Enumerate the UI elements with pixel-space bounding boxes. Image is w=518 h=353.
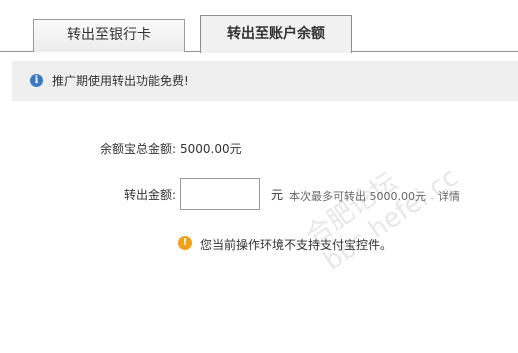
max-transfer-hint: 本次最多可转出 5000.00元 <box>289 190 426 203</box>
watermark: 合肥论坛 bbs.hefei.cc <box>300 162 464 277</box>
transfer-amount-input[interactable] <box>180 178 260 210</box>
environment-warning: 您当前操作环境不支持支付宝控件。 <box>200 238 393 252</box>
transfer-amount-label: 转出金额: <box>123 188 176 202</box>
total-amount-label: 余额宝总金额: <box>99 142 176 156</box>
amount-unit: 元 <box>271 188 284 202</box>
tab-bar: 转出至银行卡 转出至账户余额 <box>0 0 518 53</box>
promo-notice: i 推广期使用转出功能免费! <box>12 61 518 101</box>
notice-text: 推广期使用转出功能免费! <box>52 74 189 88</box>
total-amount-value: 5000.00元 <box>180 142 242 156</box>
warning-icon: ! <box>178 236 192 250</box>
details-link[interactable]: 详情 <box>438 188 460 204</box>
info-icon: i <box>30 74 43 87</box>
tab-to-bank-card[interactable]: 转出至银行卡 <box>33 19 185 52</box>
tab-to-account-balance[interactable]: 转出至账户余额 <box>200 15 352 53</box>
